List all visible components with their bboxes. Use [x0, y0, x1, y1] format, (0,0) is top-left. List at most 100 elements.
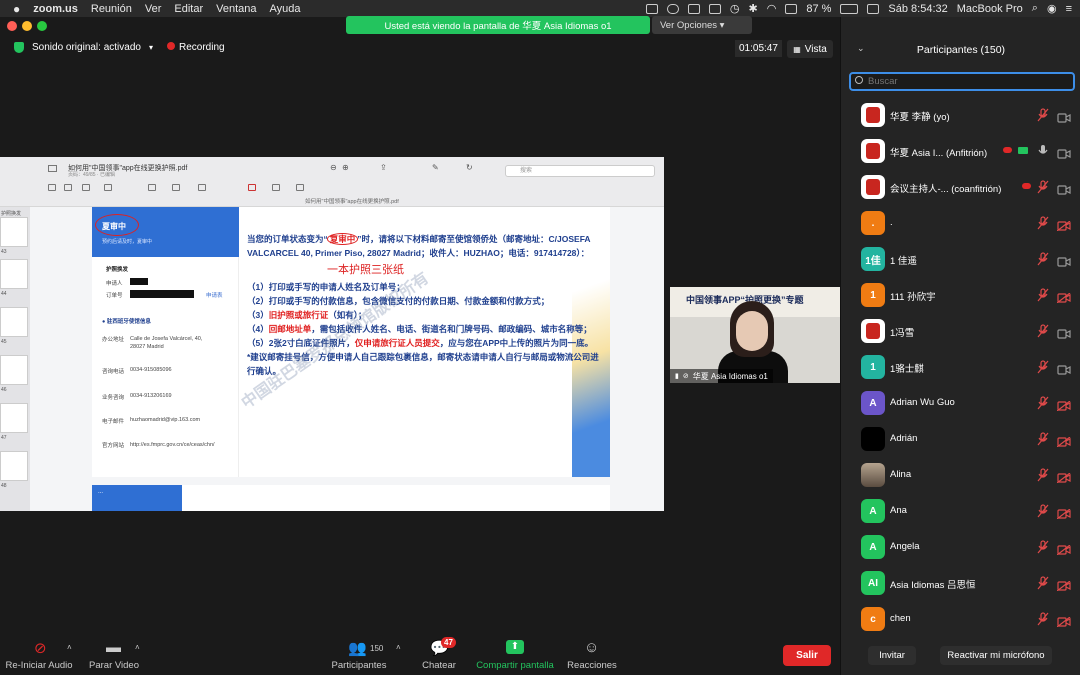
select-icon[interactable] [64, 184, 72, 191]
participant-row[interactable]: A Adrian Wu Guo [841, 385, 1080, 421]
view-button[interactable]: ▦ Vista [787, 40, 833, 58]
view-options-button[interactable]: Ver Opciones ▾ [652, 16, 752, 34]
wechat-icon[interactable] [666, 3, 679, 14]
video-off-icon[interactable] [1056, 290, 1071, 304]
video-off-icon[interactable] [1056, 434, 1071, 448]
video-off-icon[interactable] [1056, 398, 1071, 412]
mic-muted-icon[interactable] [1037, 576, 1049, 590]
thumbnail-page[interactable] [0, 259, 28, 289]
video-off-icon[interactable] [1056, 614, 1071, 628]
video-tile[interactable]: 中国领事APP“护照更换”专题 ▮ ⊘ 华夏 Asia Idiomas o1 [670, 287, 840, 383]
participant-row[interactable]: 1佳 1 佳遥 [841, 241, 1080, 277]
clock-icon[interactable]: ◷ [730, 2, 740, 15]
audio-options-chevron-icon[interactable]: ˄ [67, 643, 72, 652]
shape-icon[interactable] [172, 184, 180, 191]
share-icon[interactable]: ⇪ [380, 163, 387, 172]
bluetooth-icon[interactable]: ✱ [749, 2, 758, 15]
unmute-button[interactable]: Reactivar mi micrófono [940, 646, 1052, 665]
mic-icon[interactable] [1037, 144, 1049, 158]
participant-row[interactable]: 1冯雪 [841, 313, 1080, 349]
mic-muted-icon[interactable] [1037, 288, 1049, 302]
participants-search-input[interactable] [849, 72, 1075, 91]
window-close-button[interactable] [7, 21, 17, 31]
menu-item-ayuda[interactable]: Ayuda [270, 3, 301, 15]
wifi-icon[interactable]: ◠ [767, 2, 777, 15]
participant-row[interactable]: c chen [841, 601, 1080, 637]
participant-row[interactable]: 1 111 孙欣宇 [841, 277, 1080, 313]
window-minimize-button[interactable] [22, 21, 32, 31]
shield-icon[interactable] [14, 42, 24, 53]
dropbox-icon[interactable] [708, 3, 721, 14]
mic-muted-icon[interactable] [1037, 324, 1049, 338]
mic-muted-icon[interactable] [1037, 504, 1049, 518]
mic-muted-icon[interactable] [1037, 396, 1049, 410]
video-off-icon[interactable] [1056, 218, 1071, 232]
window-zoom-button[interactable] [37, 21, 47, 31]
text-icon[interactable] [104, 184, 112, 191]
menu-item-ver[interactable]: Ver [145, 3, 162, 15]
participants-chevron-icon[interactable]: ˄ [396, 643, 401, 652]
spotlight-icon[interactable]: ⌕ [1032, 2, 1038, 15]
menu-item-ventana[interactable]: Ventana [216, 3, 256, 15]
menu-app-name[interactable]: zoom.us [33, 3, 78, 15]
video-button[interactable]: ▬ Parar Video [86, 635, 142, 675]
mic-muted-icon[interactable] [1037, 216, 1049, 230]
thumbnail-page[interactable] [0, 307, 28, 337]
screen-icon[interactable] [645, 3, 658, 14]
mic-muted-icon[interactable] [1037, 360, 1049, 374]
rotate-icon[interactable]: ↻ [466, 163, 473, 172]
apple-icon[interactable]: ● [13, 2, 20, 16]
invite-button[interactable]: Invitar [868, 646, 916, 665]
input-method-icon[interactable] [785, 3, 798, 14]
participant-row[interactable]: Adrián [841, 421, 1080, 457]
mic-muted-icon[interactable] [1037, 432, 1049, 446]
thumbnail-page[interactable] [0, 451, 28, 481]
zoom-out-icon[interactable]: ⊖ [330, 163, 337, 172]
mic-muted-icon[interactable] [1037, 540, 1049, 554]
participant-row[interactable]: .. [841, 205, 1080, 241]
video-camera-icon[interactable] [1057, 182, 1071, 195]
video-options-chevron-icon[interactable]: ˄ [135, 643, 140, 652]
leave-button[interactable]: Salir [783, 645, 831, 666]
reactions-button[interactable]: ☺ Reacciones [564, 635, 620, 675]
menu-item-editar[interactable]: Editar [174, 3, 203, 15]
participant-row[interactable]: 会议主持人-... (coanfitrión) [841, 169, 1080, 205]
zoom-in-icon[interactable]: ⊕ [342, 163, 349, 172]
menu-item-reunion[interactable]: Reunión [91, 3, 132, 15]
control-center-icon[interactable] [867, 3, 880, 14]
menu-datetime[interactable]: Sáb 8:54:32 [888, 3, 947, 15]
mic-muted-icon[interactable] [1037, 252, 1049, 266]
video-off-icon[interactable] [1056, 506, 1071, 520]
participant-row[interactable]: 1 1骆士麒 [841, 349, 1080, 385]
participant-row[interactable]: A Ana [841, 493, 1080, 529]
video-camera-icon[interactable] [1057, 254, 1071, 267]
siri-icon[interactable]: ◉ [1047, 2, 1057, 15]
note-icon[interactable] [198, 184, 206, 191]
sign-icon[interactable] [148, 184, 156, 191]
crop-icon[interactable] [82, 184, 90, 191]
chevron-down-icon[interactable]: ▾ [149, 43, 153, 52]
notification-icon[interactable]: ≡ [1066, 3, 1072, 15]
mic-muted-icon[interactable] [1037, 180, 1049, 194]
menu-device[interactable]: MacBook Pro [957, 3, 1023, 15]
participant-row[interactable]: 华夏 李静 (yo) [841, 97, 1080, 133]
view-icon[interactable] [48, 184, 56, 191]
thumbnail-page[interactable] [0, 355, 28, 385]
participant-row[interactable]: A Angela [841, 529, 1080, 565]
mic-muted-icon[interactable] [1037, 612, 1049, 626]
video-camera-icon[interactable] [1057, 110, 1071, 123]
fill-color-icon[interactable] [272, 184, 280, 191]
video-off-icon[interactable] [1056, 542, 1071, 556]
pen-icon[interactable]: ✎ [432, 163, 439, 172]
thumbnail-page[interactable] [0, 217, 28, 247]
meeting-icon[interactable] [687, 3, 700, 14]
video-camera-icon[interactable] [1057, 362, 1071, 375]
video-camera-icon[interactable] [1057, 326, 1071, 339]
participants-button[interactable]: 👥 150 Participantes [326, 635, 392, 675]
mic-muted-icon[interactable] [1037, 468, 1049, 482]
sidebar-toggle-icon[interactable] [48, 165, 57, 172]
border-color-icon[interactable] [248, 184, 256, 191]
participant-row[interactable]: 华夏 Asia I... (Anfitrión) [841, 133, 1080, 169]
audio-status[interactable]: Sonido original: activado [32, 42, 141, 53]
thumbnail-page[interactable] [0, 403, 28, 433]
